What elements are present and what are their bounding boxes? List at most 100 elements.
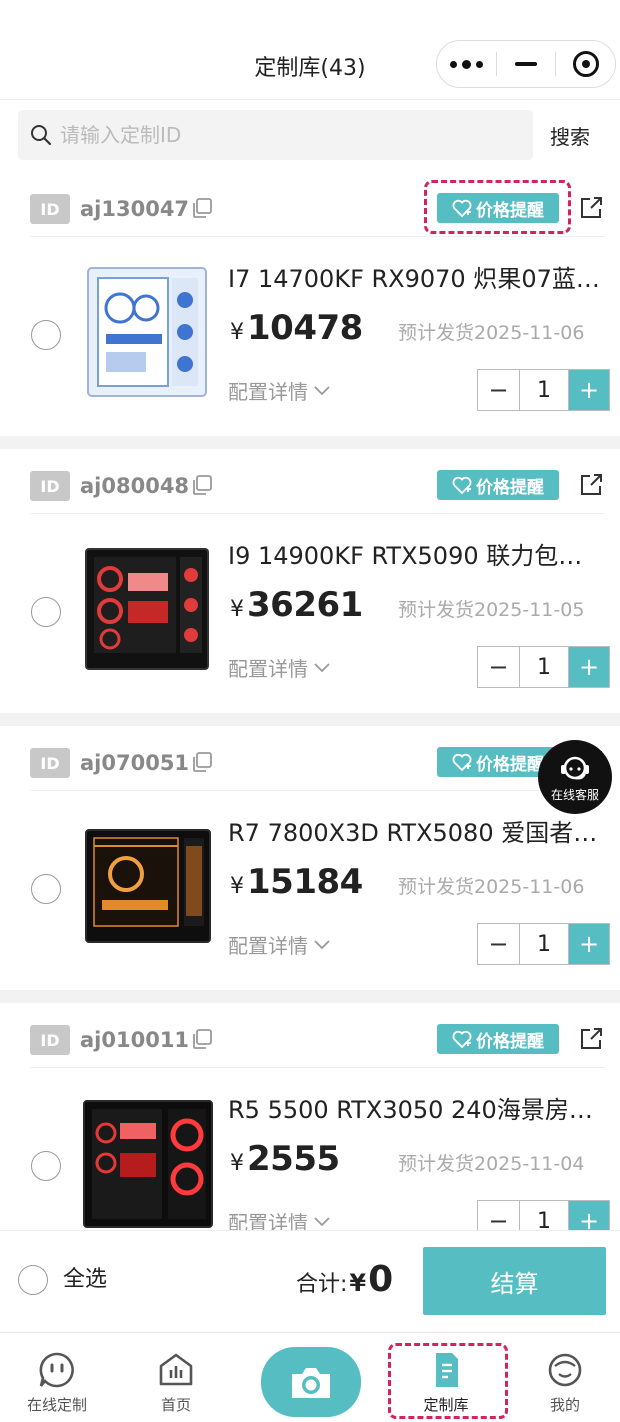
item-select-radio[interactable] bbox=[31, 874, 61, 904]
price-alert-label: 价格提醒 bbox=[476, 477, 544, 498]
total-value: 0 bbox=[368, 1259, 394, 1300]
increase-button[interactable]: + bbox=[569, 370, 609, 410]
copy-icon[interactable] bbox=[190, 196, 214, 220]
minimize-button[interactable] bbox=[497, 41, 556, 87]
price-alert-button[interactable]: 价格提醒 bbox=[437, 193, 559, 223]
profile-icon bbox=[548, 1353, 582, 1387]
id-badge: ID bbox=[30, 748, 70, 778]
checkout-button[interactable]: 结算 bbox=[423, 1247, 606, 1315]
config-detail-toggle[interactable]: 配置详情 bbox=[228, 376, 330, 405]
search-button[interactable]: 搜索 bbox=[540, 110, 600, 160]
tab-home[interactable]: 首页 bbox=[121, 1333, 231, 1422]
chevron-down-icon bbox=[314, 1216, 330, 1226]
list-item: ID aj010011 价格提醒 R5 5500 RTX3050 240海景房…… bbox=[0, 1003, 620, 1230]
copy-icon[interactable] bbox=[190, 1027, 214, 1051]
pc-case-image bbox=[87, 267, 207, 397]
price-alert-label: 价格提醒 bbox=[476, 1031, 544, 1052]
decrease-button[interactable]: − bbox=[478, 647, 520, 687]
id-badge: ID bbox=[30, 471, 70, 501]
item-select-radio[interactable] bbox=[31, 1151, 61, 1181]
share-icon[interactable] bbox=[577, 194, 605, 222]
product-name[interactable]: I9 14900KF RTX5090 联力包… bbox=[228, 539, 606, 573]
price-value: 2555 bbox=[247, 1139, 340, 1179]
customer-service-label: 在线客服 bbox=[550, 787, 599, 802]
heart-plus-icon bbox=[452, 476, 472, 494]
price-alert-label: 价格提醒 bbox=[476, 754, 544, 775]
heart-plus-icon bbox=[452, 1030, 472, 1048]
camera-button[interactable] bbox=[261, 1347, 361, 1417]
product-name[interactable]: I7 14700KF RX9070 炽果07蓝… bbox=[228, 262, 606, 296]
face-bubble-icon bbox=[39, 1352, 74, 1388]
quantity-value[interactable]: 1 bbox=[520, 647, 569, 687]
decrease-button[interactable]: − bbox=[478, 370, 520, 410]
quantity-stepper: − 1 + bbox=[477, 1200, 610, 1230]
more-menu-button[interactable] bbox=[437, 41, 496, 87]
product-price: ¥ 10478 bbox=[230, 308, 363, 348]
product-price: ¥ 2555 bbox=[230, 1139, 340, 1179]
product-name[interactable]: R7 7800X3D RTX5080 爱国者… bbox=[228, 816, 606, 850]
close-button[interactable] bbox=[556, 41, 615, 87]
ship-date: 预计发货2025-11-06 bbox=[398, 876, 585, 898]
price-value: 10478 bbox=[247, 308, 363, 348]
pc-case-image bbox=[85, 829, 211, 943]
quantity-value[interactable]: 1 bbox=[520, 1201, 569, 1230]
search-input[interactable] bbox=[60, 123, 500, 147]
checkout-bar: 全选 合计: ¥ 0 结算 bbox=[0, 1230, 620, 1332]
copy-icon[interactable] bbox=[190, 473, 214, 497]
pc-case-image bbox=[83, 1100, 213, 1228]
price-value: 36261 bbox=[247, 585, 363, 625]
product-name[interactable]: R5 5500 RTX3050 240海景房… bbox=[228, 1093, 606, 1127]
quantity-stepper: − 1 + bbox=[477, 923, 610, 965]
tab-profile[interactable]: 我的 bbox=[510, 1333, 620, 1422]
search-box bbox=[18, 110, 533, 160]
close-target-icon bbox=[572, 51, 599, 77]
share-icon[interactable] bbox=[577, 471, 605, 499]
ship-date: 预计发货2025-11-05 bbox=[398, 599, 585, 621]
custom-list[interactable]: ID aj130047 价格提醒 I7 14700KF RX9070 炽果07蓝… bbox=[0, 172, 620, 1230]
decrease-button[interactable]: − bbox=[478, 924, 520, 964]
custom-id: aj080048 bbox=[80, 474, 190, 498]
ship-date: 预计发货2025-11-04 bbox=[398, 1153, 585, 1175]
decrease-button[interactable]: − bbox=[478, 1201, 520, 1230]
config-detail-toggle[interactable]: 配置详情 bbox=[228, 930, 330, 959]
more-dots-icon bbox=[449, 59, 483, 69]
copy-icon[interactable] bbox=[190, 750, 214, 774]
customer-service-button[interactable]: 在线客服 bbox=[538, 740, 612, 814]
tab-online-custom[interactable]: 在线定制 bbox=[2, 1333, 112, 1422]
config-detail-toggle[interactable]: 配置详情 bbox=[228, 653, 330, 682]
item-select-radio[interactable] bbox=[31, 320, 61, 350]
search-row: 搜索 bbox=[0, 100, 620, 172]
quantity-value[interactable]: 1 bbox=[520, 924, 569, 964]
custom-id: aj010011 bbox=[80, 1028, 190, 1052]
select-all-label[interactable]: 全选 bbox=[63, 1265, 107, 1295]
chevron-down-icon bbox=[314, 662, 330, 672]
increase-button[interactable]: + bbox=[569, 647, 609, 687]
heart-plus-icon bbox=[452, 199, 472, 217]
chevron-down-icon bbox=[314, 385, 330, 395]
mini-program-capsule bbox=[436, 40, 616, 88]
config-detail-toggle[interactable]: 配置详情 bbox=[228, 1207, 330, 1230]
chevron-down-icon bbox=[314, 939, 330, 949]
quantity-value[interactable]: 1 bbox=[520, 370, 569, 410]
custom-id: aj130047 bbox=[80, 197, 190, 221]
item-select-radio[interactable] bbox=[31, 597, 61, 627]
product-price: ¥ 15184 bbox=[230, 862, 363, 902]
search-icon bbox=[31, 125, 52, 146]
quantity-stepper: − 1 + bbox=[477, 369, 610, 411]
minimize-icon bbox=[515, 62, 537, 66]
increase-button[interactable]: + bbox=[569, 924, 609, 964]
share-icon[interactable] bbox=[577, 1025, 605, 1053]
list-item: ID aj070051 价格提醒 R7 7800X3D RTX5080 爱国者…… bbox=[0, 726, 620, 990]
price-alert-button[interactable]: 价格提醒 bbox=[437, 1024, 559, 1054]
product-price: ¥ 36261 bbox=[230, 585, 363, 625]
tab-library[interactable]: 定制库 bbox=[391, 1333, 501, 1422]
list-item: ID aj080048 价格提醒 I9 14900KF RTX5090 联力包…… bbox=[0, 449, 620, 713]
price-alert-button[interactable]: 价格提醒 bbox=[437, 470, 559, 500]
camera-icon bbox=[292, 1368, 330, 1398]
custom-id: aj070051 bbox=[80, 751, 190, 775]
increase-button[interactable]: + bbox=[569, 1201, 609, 1230]
select-all-radio[interactable] bbox=[18, 1265, 48, 1295]
id-badge: ID bbox=[30, 194, 70, 224]
price-alert-label: 价格提醒 bbox=[476, 200, 544, 221]
bottom-tab-bar: 在线定制 首页 定制库 我的 bbox=[0, 1332, 620, 1422]
